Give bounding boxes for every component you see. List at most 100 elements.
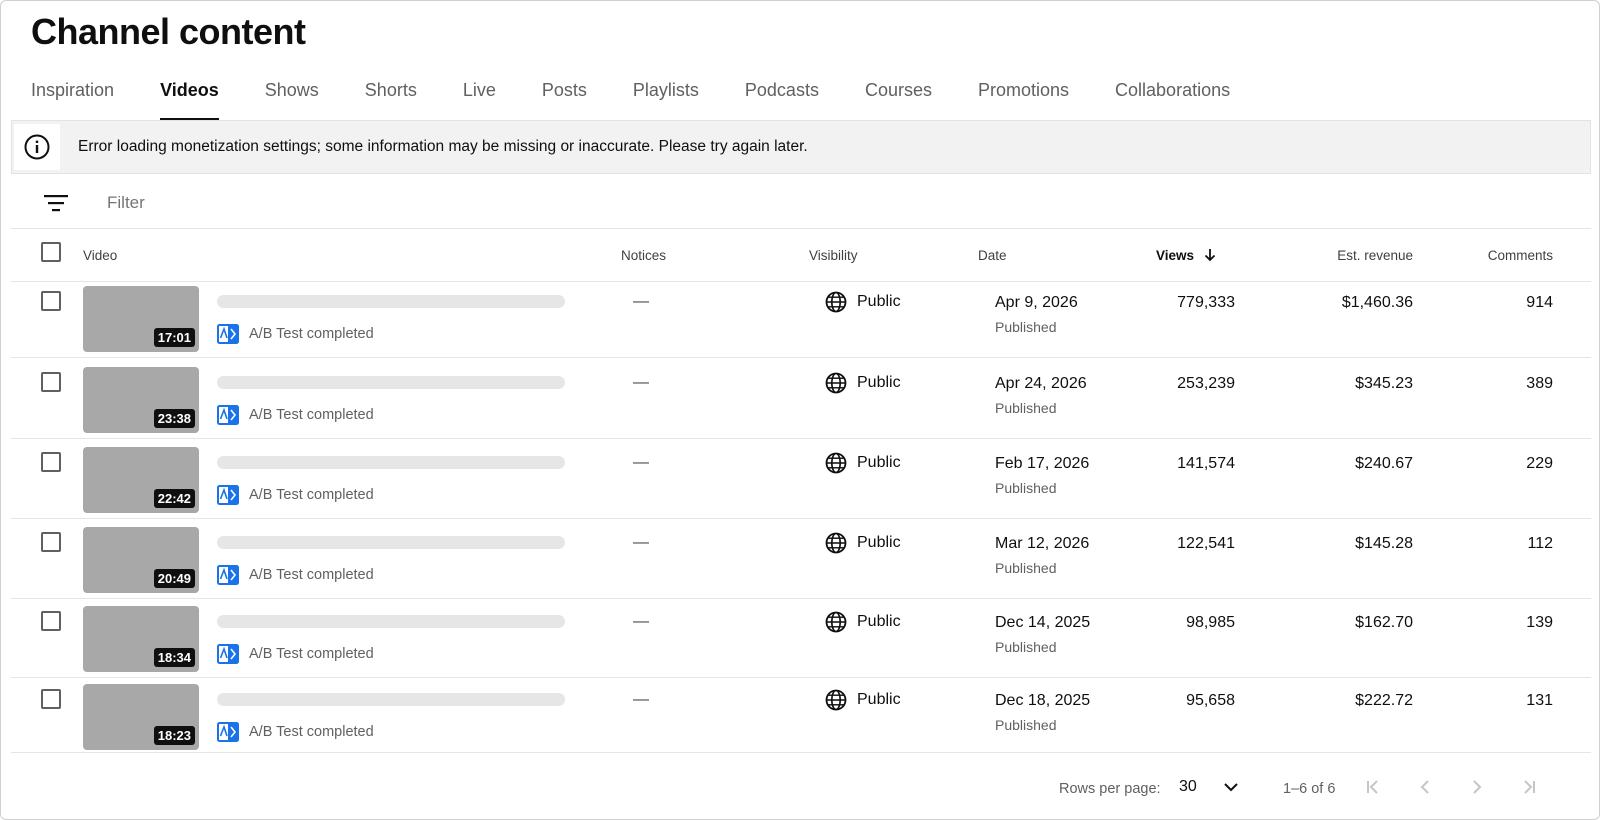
row-checkbox[interactable] <box>41 291 61 311</box>
ab-test-status[interactable]: A/B Test completed <box>217 565 374 585</box>
video-duration: 18:34 <box>153 648 195 667</box>
video-thumbnail[interactable]: 17:01 <box>83 286 199 352</box>
visibility-label: Public <box>857 613 901 630</box>
revenue-value: $345.23 <box>1355 375 1413 392</box>
ab-test-icon <box>217 485 239 505</box>
visibility-cell[interactable]: Public <box>825 532 901 554</box>
error-banner: Error loading monetization settings; som… <box>11 120 1591 174</box>
video-thumbnail[interactable]: 20:49 <box>83 527 199 593</box>
views-value: 253,239 <box>1177 375 1235 392</box>
tab-collaborations[interactable]: Collaborations <box>1115 75 1230 121</box>
header-date[interactable]: Date <box>978 248 1007 263</box>
filter-icon[interactable] <box>43 192 69 214</box>
publish-status: Published <box>995 480 1057 496</box>
first-page-button[interactable] <box>1359 773 1387 801</box>
row-checkbox[interactable] <box>41 689 61 709</box>
ab-test-label: A/B Test completed <box>249 407 374 423</box>
ab-test-status[interactable]: A/B Test completed <box>217 722 374 742</box>
tab-playlists[interactable]: Playlists <box>633 75 699 121</box>
table-row: 20:49 A/B Test completed — Public Mar 12… <box>11 518 1591 599</box>
video-thumbnail[interactable]: 23:38 <box>83 367 199 433</box>
row-checkbox[interactable] <box>41 532 61 552</box>
row-checkbox[interactable] <box>41 372 61 392</box>
last-page-button[interactable] <box>1515 773 1543 801</box>
video-title-placeholder <box>217 456 565 469</box>
ab-test-status[interactable]: A/B Test completed <box>217 644 374 664</box>
tab-shorts[interactable]: Shorts <box>365 75 417 121</box>
publish-status: Published <box>995 560 1057 576</box>
ab-test-label: A/B Test completed <box>249 487 374 503</box>
revenue-value: $162.70 <box>1355 614 1413 631</box>
tab-inspiration[interactable]: Inspiration <box>31 75 114 121</box>
visibility-cell[interactable]: Public <box>825 452 901 474</box>
ab-test-icon <box>217 565 239 585</box>
comments-value: 112 <box>1527 535 1553 552</box>
video-thumbnail[interactable]: 18:23 <box>83 684 199 750</box>
views-value: 98,985 <box>1186 614 1235 631</box>
visibility-cell[interactable]: Public <box>825 689 901 711</box>
visibility-cell[interactable]: Public <box>825 291 901 313</box>
video-thumbnail[interactable]: 22:42 <box>83 447 199 513</box>
table-row: 22:42 A/B Test completed — Public Feb 17… <box>11 438 1591 519</box>
ab-test-label: A/B Test completed <box>249 646 374 662</box>
notice-value: — <box>633 613 649 630</box>
globe-icon <box>825 291 847 313</box>
tab-podcasts[interactable]: Podcasts <box>745 75 819 121</box>
publish-date: Dec 14, 2025 <box>995 614 1091 631</box>
visibility-cell[interactable]: Public <box>825 372 901 394</box>
tab-courses[interactable]: Courses <box>865 75 932 121</box>
comments-value: 229 <box>1526 455 1553 472</box>
row-checkbox[interactable] <box>41 611 61 631</box>
info-icon <box>14 124 60 170</box>
video-thumbnail[interactable]: 18:34 <box>83 606 199 672</box>
video-title-placeholder <box>217 376 565 389</box>
rows-per-page-select[interactable]: 30 <box>1179 775 1253 799</box>
header-views[interactable]: Views <box>1156 248 1217 263</box>
tab-promotions[interactable]: Promotions <box>978 75 1069 121</box>
globe-icon <box>825 372 847 394</box>
tab-posts[interactable]: Posts <box>542 75 587 121</box>
table-row: 18:23 A/B Test completed — Public Dec 18… <box>11 675 1591 753</box>
next-page-button[interactable] <box>1463 773 1491 801</box>
header-comments[interactable]: Comments <box>1488 248 1553 263</box>
arrow-down-icon <box>1204 249 1215 262</box>
visibility-cell[interactable]: Public <box>825 611 901 633</box>
revenue-value: $222.72 <box>1355 692 1413 709</box>
ab-test-status[interactable]: A/B Test completed <box>217 485 374 505</box>
previous-page-button[interactable] <box>1411 773 1439 801</box>
video-title-placeholder <box>217 693 565 706</box>
publish-status: Published <box>995 400 1057 416</box>
select-all-checkbox[interactable] <box>41 242 61 262</box>
table-header: Video Notices Visibility Date Views Est.… <box>11 229 1591 282</box>
visibility-label: Public <box>857 293 901 310</box>
filter-input[interactable] <box>107 192 707 213</box>
ab-test-status[interactable]: A/B Test completed <box>217 405 374 425</box>
row-checkbox[interactable] <box>41 452 61 472</box>
ab-test-label: A/B Test completed <box>249 724 374 740</box>
table-row: 18:34 A/B Test completed — Public Dec 14… <box>11 597 1591 678</box>
tab-shows[interactable]: Shows <box>265 75 319 121</box>
chevron-down-icon <box>1224 783 1238 792</box>
revenue-value: $145.28 <box>1355 535 1413 552</box>
header-est-revenue[interactable]: Est. revenue <box>1337 248 1413 263</box>
page-title: Channel content <box>31 11 306 52</box>
page-range: 1–6 of 6 <box>1283 781 1336 797</box>
previous-page-icon <box>1420 780 1429 794</box>
views-value: 122,541 <box>1177 535 1235 552</box>
views-value: 95,658 <box>1186 692 1235 709</box>
comments-value: 914 <box>1526 294 1553 311</box>
publish-date: Feb 17, 2026 <box>995 455 1090 472</box>
notice-value: — <box>633 374 649 391</box>
views-value: 141,574 <box>1177 455 1235 472</box>
video-title-placeholder <box>217 536 565 549</box>
tab-live[interactable]: Live <box>463 75 496 121</box>
channel-content-page: Channel content Inspiration Videos Shows… <box>0 0 1600 820</box>
tab-videos[interactable]: Videos <box>160 75 219 121</box>
ab-test-label: A/B Test completed <box>249 567 374 583</box>
rows-per-page-label: Rows per page: <box>1059 781 1161 797</box>
rows-per-page-value: 30 <box>1179 778 1197 795</box>
first-page-icon <box>1367 780 1378 794</box>
video-duration: 23:38 <box>153 409 195 428</box>
video-title-placeholder <box>217 615 565 628</box>
ab-test-status[interactable]: A/B Test completed <box>217 324 374 344</box>
